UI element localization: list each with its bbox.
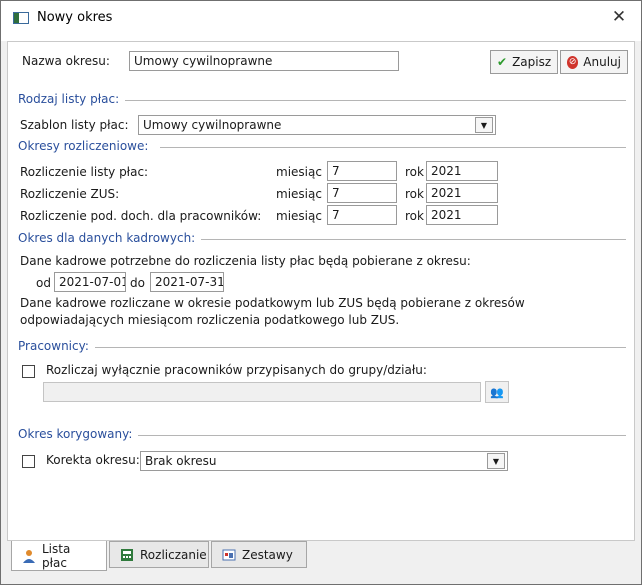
rok-label: rok <box>405 209 424 223</box>
save-button[interactable]: ✔ Zapisz <box>490 50 558 74</box>
tab-zestawy[interactable]: Zestawy <box>211 541 307 568</box>
window-title: Nowy okres <box>37 10 113 25</box>
cancel-button[interactable]: ⊘ Anuluj <box>560 50 628 74</box>
save-button-label: Zapisz <box>512 55 552 69</box>
miesiac-label: miesiąc <box>276 165 322 179</box>
pracownicy-section-title: Pracownicy: <box>18 339 95 353</box>
rok-input[interactable]: 2021 <box>426 161 498 181</box>
chevron-down-icon[interactable]: ▼ <box>487 453 505 469</box>
section-divider <box>108 100 626 102</box>
miesiac-label: miesiąc <box>276 187 322 201</box>
kadrowe-note-line2: odpowiadających miesiącom rozliczenia po… <box>20 313 400 327</box>
date-from-input[interactable]: 2021-07-01 <box>54 272 126 292</box>
check-icon: ✔ <box>497 55 508 69</box>
select-group-button[interactable]: 👥 <box>485 381 509 403</box>
section-divider <box>184 239 626 241</box>
nazwa-okresu-label: Nazwa okresu: <box>22 54 110 68</box>
calculator-icon <box>120 548 134 562</box>
korekta-checkbox-label: Korekta okresu: <box>46 453 140 467</box>
korygowany-section-title: Okres korygowany: <box>18 427 139 441</box>
person-icon <box>22 549 36 563</box>
korekta-select[interactable]: Brak okresu ▼ <box>140 451 508 471</box>
miesiac-input[interactable]: 7 <box>327 161 397 181</box>
nazwa-okresu-input[interactable]: Umowy cywilnoprawne <box>129 51 399 71</box>
app-icon <box>13 12 29 24</box>
dialog-window: Nowy okres ✕ Nazwa okresu: Umowy cywilno… <box>0 0 642 585</box>
grupa-input[interactable] <box>43 382 481 402</box>
title-bar: Nowy okres ✕ <box>1 1 641 41</box>
miesiac-label: miesiąc <box>276 209 322 223</box>
okresy-section-title: Okresy rozliczeniowe: <box>18 139 155 153</box>
section-divider <box>88 347 626 349</box>
miesiac-input[interactable]: 7 <box>327 205 397 225</box>
close-icon[interactable]: ✕ <box>609 7 629 27</box>
date-to-input[interactable]: 2021-07-31 <box>150 272 224 292</box>
rok-label: rok <box>405 187 424 201</box>
okres-row-label: Rozliczenie ZUS: <box>20 187 120 201</box>
rodzaj-section-title: Rodzaj listy płac: <box>18 92 126 106</box>
szablon-select-value: Umowy cywilnoprawne <box>143 118 282 132</box>
chevron-down-icon[interactable]: ▼ <box>475 117 493 133</box>
rok-label: rok <box>405 165 424 179</box>
tab-label: Zestawy <box>242 547 293 562</box>
szablon-label: Szablon listy płac: <box>20 118 129 132</box>
grupa-checkbox-label: Rozliczaj wyłącznie pracowników przypisa… <box>46 363 427 377</box>
tab-label: Rozliczanie <box>140 547 207 562</box>
rok-input[interactable]: 2021 <box>426 183 498 203</box>
section-divider <box>130 435 626 437</box>
od-label: od <box>36 276 51 290</box>
korekta-checkbox[interactable] <box>22 455 35 468</box>
korekta-select-value: Brak okresu <box>145 454 217 468</box>
tab-bar: Lista płac Rozliczanie Zestawy <box>7 541 635 571</box>
kadrowe-note-line1: Dane kadrowe rozliczane w okresie podatk… <box>20 296 525 310</box>
cancel-icon: ⊘ <box>567 55 579 69</box>
do-label: do <box>130 276 145 290</box>
dialog-body: Nazwa okresu: Umowy cywilnoprawne ✔ Zapi… <box>7 41 635 541</box>
sets-icon <box>222 548 236 562</box>
kadrowe-section-title: Okres dla danych kadrowych: <box>18 231 202 245</box>
people-icon: 👥 <box>490 385 504 399</box>
okres-row-label: Rozliczenie pod. doch. dla pracowników: <box>20 209 262 223</box>
tab-rozliczanie[interactable]: Rozliczanie <box>109 541 209 568</box>
tab-label: Lista płac <box>42 541 71 570</box>
okres-row-label: Rozliczenie listy płac: <box>20 165 149 179</box>
section-divider <box>160 147 626 149</box>
szablon-select[interactable]: Umowy cywilnoprawne ▼ <box>138 115 496 135</box>
tab-lista-plac[interactable]: Lista płac <box>11 541 107 571</box>
grupa-checkbox[interactable] <box>22 365 35 378</box>
kadrowe-description: Dane kadrowe potrzebne do rozliczenia li… <box>20 254 471 268</box>
cancel-button-label: Anuluj <box>583 55 621 69</box>
miesiac-input[interactable]: 7 <box>327 183 397 203</box>
rok-input[interactable]: 2021 <box>426 205 498 225</box>
